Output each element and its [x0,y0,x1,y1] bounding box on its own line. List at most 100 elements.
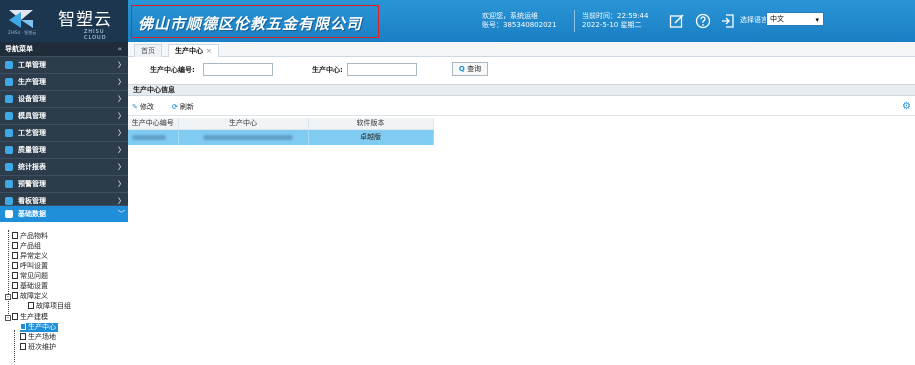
page-icon [12,272,18,279]
production-icon [5,78,13,86]
sidebar-item-alerts[interactable]: 预警管理 〉 [0,175,128,192]
language-select[interactable]: 中文 ▾ [766,12,824,26]
dashboard-icon [5,197,13,205]
chevron-right-icon: 〉 [118,129,125,137]
chevron-right-icon: 〉 [118,95,125,103]
page-icon [28,302,34,309]
tree-item[interactable]: 产品组 [12,242,41,251]
tree-connector [14,330,15,362]
logout-icon[interactable] [720,13,736,29]
chevron-down-icon: ▾ [815,16,819,24]
workorder-icon [5,61,13,69]
name-filter-label: 生产中心: [312,66,343,74]
sidebar-item-label: 生产管理 [18,78,46,86]
refresh-label: 刷新 [179,103,194,111]
search-icon: Q [458,65,465,73]
language-label: 选择语言 [740,16,768,24]
basedata-icon [5,210,13,218]
collapse-toggle-icon[interactable]: - [5,315,11,321]
tree-item[interactable]: 生产建模 [12,313,48,322]
sidebar-item-process[interactable]: 工艺管理 〉 [0,124,128,141]
refresh-button[interactable]: ⟳ 刷新 [172,101,194,113]
page-icon [12,262,18,269]
sidebar-item-label: 看板管理 [18,197,46,205]
equipment-icon [5,95,13,103]
chevron-right-icon: 〉 [118,112,125,120]
page-icon [12,292,18,299]
edit-label: 修改 [139,103,154,111]
sidebar-item-equipment[interactable]: 设备管理 〉 [0,90,128,107]
chevron-down-icon: ﹀ [118,210,125,218]
code-filter-label: 生产中心编号: [150,66,195,74]
search-label: 查询 [467,65,482,73]
sidebar-item-reports[interactable]: 统计报表 〉 [0,158,128,175]
tree-item[interactable]: 故障项目组 [28,302,71,311]
tree-item[interactable]: 呼叫设置 [12,262,48,271]
edit-button[interactable]: ✎ 修改 [132,101,154,113]
page-icon [20,343,26,350]
sidebar: 导航菜单 « 工单管理 〉 生产管理 〉 设备管理 〉 模具管理 〉 工艺管理 … [0,42,128,365]
tab-label: 生产中心 [175,47,203,55]
table-row[interactable]: 卓越版 [128,129,434,145]
close-icon[interactable]: × [206,47,212,55]
sidebar-item-label: 预警管理 [18,180,46,188]
data-table: 生产中心编号 生产中心 软件版本 卓越版 [128,118,434,145]
welcome-text: 欢迎您，系统运维 [482,12,538,20]
page-icon [12,282,18,289]
main-content: 首页 生产中心 × 生产中心编号: 生产中心: Q 查询 生产中心信息 ✎ 修改 ⟳… [128,42,915,365]
page-icon [12,232,18,239]
sidebar-item-label: 统计报表 [18,163,46,171]
code-filter-input[interactable] [203,63,273,76]
reports-icon [5,163,13,171]
page-icon [20,333,26,340]
process-icon [5,129,13,137]
sidebar-item-label: 基础数据 [18,210,46,218]
sidebar-item-quality[interactable]: 质量管理 〉 [0,141,128,158]
column-header[interactable]: 生产中心 [178,118,309,130]
tree-item[interactable]: 故障定义 [12,292,48,301]
gear-icon[interactable]: ⚙ [902,101,911,112]
company-name: 佛山市顺德区伦教五金有限公司 [138,15,363,33]
collapse-icon[interactable]: « [117,42,122,56]
tab-home[interactable]: 首页 [134,44,162,57]
sidebar-title: 导航菜单 « [0,42,128,56]
column-header[interactable]: 软件版本 [308,118,434,130]
sidebar-item-mold[interactable]: 模具管理 〉 [0,107,128,124]
panel-title: 生产中心信息 [128,84,915,96]
sidebar-item-label: 工单管理 [18,61,46,69]
sidebar-item-label: 设备管理 [18,95,46,103]
chevron-right-icon: 〉 [118,78,125,86]
name-filter-input[interactable] [347,63,417,76]
current-date: 2022-5-10 星期二 [582,21,642,29]
search-button[interactable]: Q 查询 [452,62,488,76]
logo: 智塑云 ZHISU CLOUD ZHISU · 智塑云 [0,0,128,42]
tree-item[interactable]: 基础设置 [12,282,48,291]
collapse-toggle-icon[interactable]: - [5,294,11,300]
alerts-icon [5,180,13,188]
company-banner: 佛山市顺德区伦教五金有限公司 [131,5,379,38]
table-cell [178,129,309,145]
tab-label: 首页 [141,47,155,55]
edit-icon[interactable] [669,13,685,29]
account-text: 账号：385340802021 [482,21,557,29]
help-icon[interactable] [695,13,711,29]
chevron-right-icon: 〉 [118,146,125,154]
tree-item[interactable]: 生产场地 [20,333,56,342]
tree-item[interactable]: 班次维护 [20,343,56,352]
tree-item[interactable]: 异常定义 [12,252,48,261]
chevron-right-icon: 〉 [118,180,125,188]
tree-item[interactable]: 产品物料 [12,232,48,241]
sidebar-item-basedata[interactable]: 基础数据 ﹀ [0,205,128,222]
tab-production-center[interactable]: 生产中心 × [168,44,219,57]
column-header[interactable]: 生产中心编号 [128,118,179,130]
mold-icon [5,112,13,120]
sidebar-item-workorder[interactable]: 工单管理 〉 [0,56,128,73]
table-cell [128,129,179,145]
tree-item[interactable]: 常见问题 [12,272,48,281]
sidebar-item-production[interactable]: 生产管理 〉 [0,73,128,90]
brand-tagline: ZHISU · 智塑云 [8,30,37,35]
sidebar-item-label: 质量管理 [18,146,46,154]
tree-item-selected[interactable]: 生产中心 [20,323,58,332]
current-time: 当前时间：22:59:44 [582,12,649,20]
page-icon [12,252,18,259]
